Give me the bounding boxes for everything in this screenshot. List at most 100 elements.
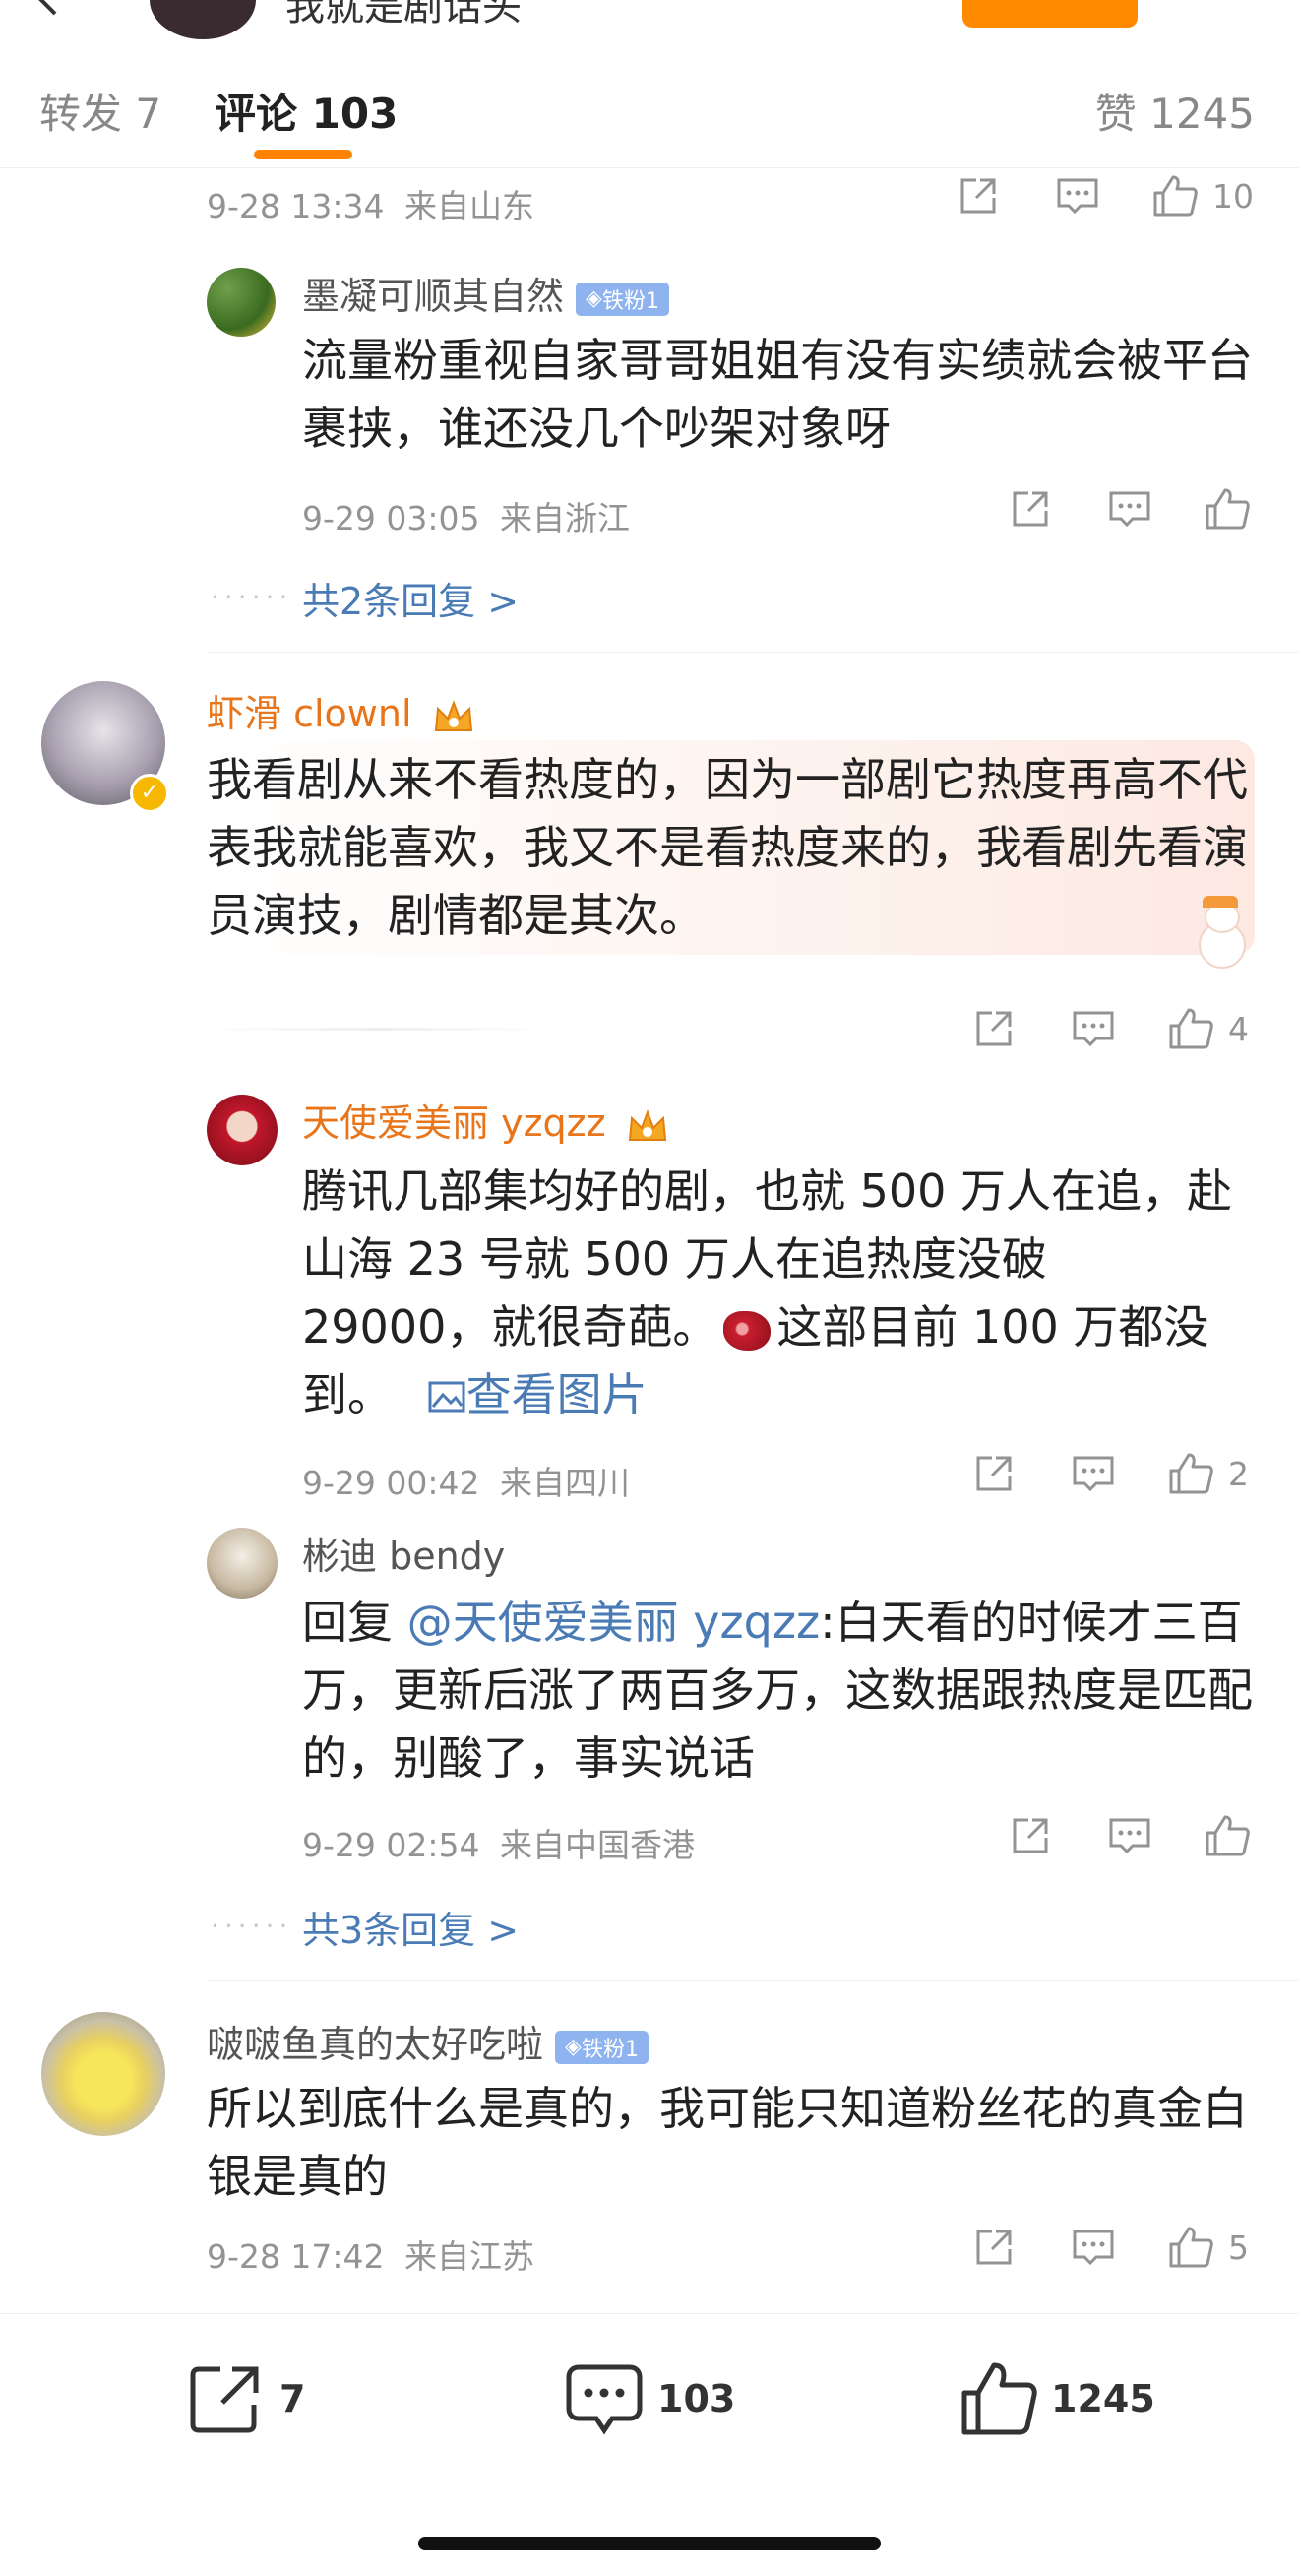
comment-icon	[566, 2364, 643, 2435]
like-count: 1245	[1051, 2377, 1155, 2420]
header-title: 我就是剧话头	[285, 0, 522, 30]
share-icon[interactable]	[972, 1452, 1016, 1495]
reply-meta: 9-29 03:05 来自浙江	[302, 492, 630, 539]
comment-username-text: 啵啵鱼真的太好吃啦	[207, 2023, 544, 2066]
repost-count: 7	[279, 2377, 306, 2420]
header: 我就是剧话头	[0, 0, 1299, 51]
thread-top-meta: 9-28 13:34 来自山东	[207, 180, 534, 227]
tab-like-label: 赞	[1094, 90, 1137, 138]
tab-comment[interactable]: 评论 103	[215, 81, 398, 141]
comment-icon[interactable]	[1071, 1452, 1116, 1495]
comment-actions: 4	[972, 1006, 1249, 1051]
reply-username[interactable]: 彬迪 bendy	[302, 1526, 505, 1580]
like-button[interactable]: 1245	[959, 2359, 1155, 2438]
reply-prefix: 回复	[302, 1596, 407, 1649]
more-replies-dots: ······	[211, 581, 293, 613]
like-icon[interactable]	[1204, 486, 1251, 532]
tab-comment-count: 103	[311, 90, 399, 138]
like-count: 5	[1228, 2228, 1249, 2267]
like-icon[interactable]	[1167, 1006, 1214, 1051]
tab-bar: 转发 7 评论 103 赞 1245	[0, 51, 1299, 168]
comment-time: 9-29 02:54	[302, 1826, 480, 1864]
fan-badge: ◈ 铁粉1	[555, 2030, 649, 2064]
tab-repost-count: 7	[135, 90, 162, 138]
share-icon[interactable]	[1009, 487, 1052, 531]
tab-like[interactable]: 赞 1245	[1095, 81, 1255, 141]
repost-button[interactable]: 7	[187, 2361, 305, 2436]
divider	[207, 1980, 1299, 1981]
reply-username-text: 天使爱美丽 yzqzz	[302, 1101, 606, 1145]
like-count: 4	[1228, 1009, 1249, 1048]
vip-crown-icon	[434, 699, 472, 731]
share-icon[interactable]	[972, 1007, 1016, 1050]
comment-time: 9-29 00:42	[302, 1464, 480, 1502]
like-count: 10	[1212, 176, 1254, 216]
comment-username[interactable]: 啵啵鱼真的太好吃啦 ◈ 铁粉1	[207, 2014, 649, 2068]
comment-button[interactable]: 103	[565, 2361, 735, 2436]
follow-button[interactable]	[962, 0, 1138, 28]
reply-actions	[1009, 1813, 1251, 1858]
reply-text: 流量粉重视自家哥哥姐姐有没有实绩就会被平台裹挟，谁还没几个吵架对象呀	[302, 334, 1253, 455]
verified-icon: ✓	[130, 774, 169, 813]
share-icon[interactable]	[972, 2226, 1016, 2269]
bottom-toolbar: 7 103 1245	[0, 2313, 1299, 2576]
tab-comment-label: 评论	[215, 90, 298, 138]
fan-badge-label: 铁粉1	[601, 288, 659, 314]
tab-repost-label: 转发	[39, 90, 123, 138]
tab-repost[interactable]: 转发 7	[39, 81, 161, 141]
reply-username[interactable]: 天使爱美丽 yzqzz	[302, 1093, 669, 1147]
comment-count: 103	[657, 2377, 736, 2420]
share-icon[interactable]	[1009, 1814, 1052, 1857]
comment-username-text: 虾滑 clownl	[207, 692, 412, 735]
author-avatar[interactable]	[150, 0, 256, 39]
comment-username[interactable]: 虾滑 clownl	[207, 683, 475, 737]
avatar[interactable]	[207, 268, 276, 337]
like-icon[interactable]	[1204, 1813, 1251, 1858]
comment-icon[interactable]	[1107, 487, 1152, 531]
back-icon[interactable]	[30, 0, 69, 22]
comment-text: 我看剧从来不看热度的，因为一部剧它热度再高不代表我就能喜欢，我又不是看热度来的，…	[207, 753, 1248, 942]
avatar[interactable]	[41, 2012, 165, 2136]
comment-actions: 5	[972, 2225, 1249, 2270]
fan-badge-label: 铁粉1	[581, 2037, 639, 2062]
comment-icon[interactable]	[1055, 174, 1100, 218]
comment-location: 来自中国香港	[500, 1826, 695, 1864]
divider	[207, 652, 1299, 653]
reply-username[interactable]: 墨凝可顺其自然 ◈ 铁粉1	[302, 266, 669, 320]
reply-actions	[1009, 486, 1251, 532]
comment-time: 9-28 13:34	[207, 187, 385, 225]
comment-time: 9-29 03:05	[302, 499, 480, 537]
reply-meta: 9-29 02:54 来自中国香港	[302, 1819, 695, 1866]
reply-actions: 2	[972, 1451, 1249, 1496]
tab-active-indicator	[254, 150, 352, 159]
like-icon[interactable]	[1167, 1451, 1214, 1496]
comment-meta: 9-28 17:42 来自江苏	[207, 2230, 534, 2278]
comment-icon[interactable]	[1071, 1007, 1116, 1050]
fan-badge: ◈ 铁粉1	[576, 282, 669, 316]
like-icon[interactable]	[1151, 173, 1199, 219]
comment-text: 所以到底什么是真的，我可能只知道粉丝花的真金白银是真的	[207, 2082, 1248, 2203]
steak-emoji-icon	[723, 1310, 772, 1351]
more-replies-link[interactable]: 共3条回复 >	[302, 1900, 519, 1954]
comment-icon[interactable]	[1071, 2226, 1116, 2269]
reply-username-text: 墨凝可顺其自然	[302, 275, 565, 318]
image-icon	[428, 1381, 465, 1413]
reply-text: 回复 @天使爱美丽 yzqzz:白天看的时候才三百万，更新后涨了两百多万，这数据…	[302, 1589, 1257, 1792]
like-icon	[961, 2362, 1037, 2435]
tab-like-count: 1245	[1149, 90, 1255, 138]
comment-location: 来自江苏	[404, 2237, 534, 2276]
reply-text: 腾讯几部集均好的剧，也就 500 万人在追，赴山海 23 号就 500 万人在追…	[302, 1158, 1247, 1429]
more-replies-dots: ······	[211, 1910, 293, 1942]
view-image-link[interactable]: 查看图片	[427, 1368, 648, 1421]
thread-top-actions: 10	[957, 173, 1254, 219]
like-icon[interactable]	[1167, 2225, 1214, 2270]
comment-icon[interactable]	[1107, 1814, 1152, 1857]
avatar[interactable]	[207, 1095, 278, 1165]
comment-location: 来自浙江	[500, 499, 630, 537]
more-replies-link[interactable]: 共2条回复 >	[302, 571, 519, 625]
like-count: 2	[1228, 1454, 1249, 1493]
view-image-label: 查看图片	[465, 1368, 648, 1421]
share-icon[interactable]	[957, 174, 1000, 218]
mention-link[interactable]: @天使爱美丽 yzqzz	[407, 1596, 820, 1649]
avatar[interactable]	[207, 1528, 278, 1599]
